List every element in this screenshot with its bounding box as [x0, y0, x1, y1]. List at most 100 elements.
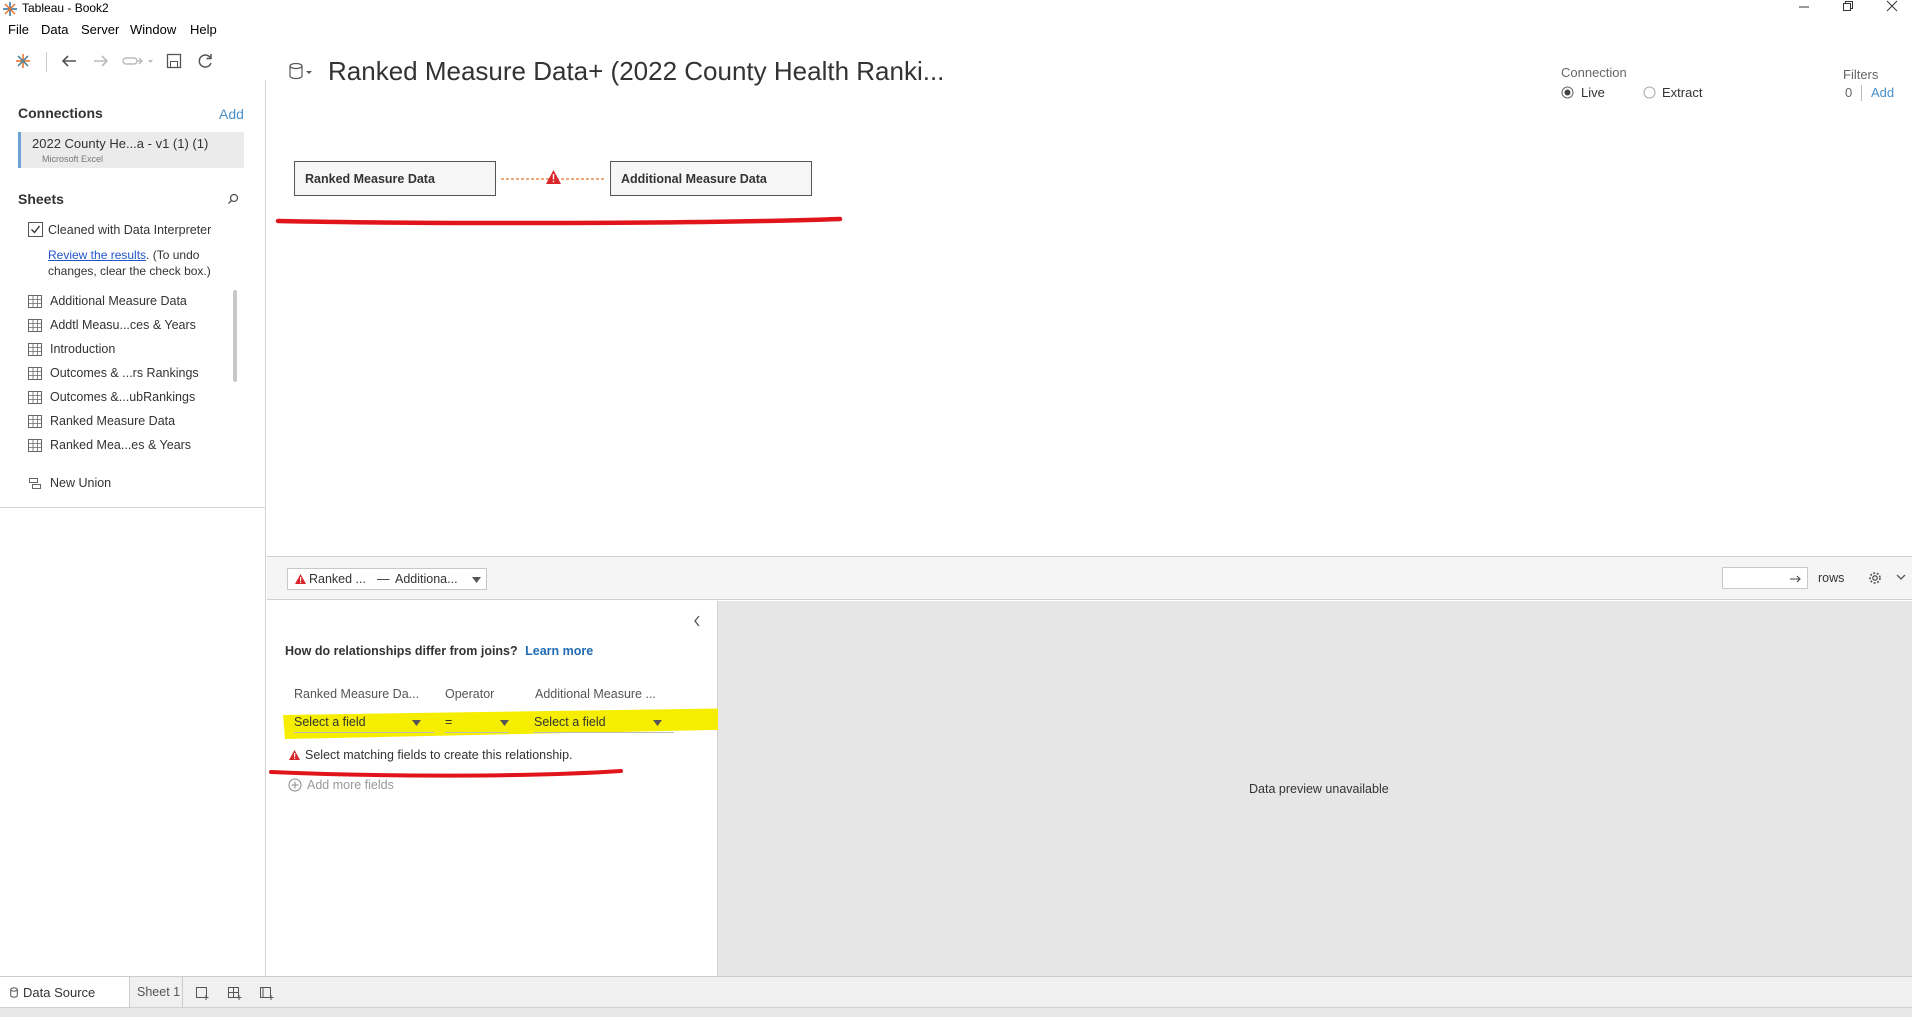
connection-type: Microsoft Excel — [42, 154, 104, 164]
chevron-left-icon[interactable] — [693, 615, 701, 627]
col-header-operator: Operator — [445, 687, 495, 701]
new-worksheet-icon[interactable] — [195, 986, 211, 1000]
sheet-item-label: Introduction — [50, 342, 116, 356]
operator-value: = — [445, 715, 453, 729]
radio-selected-icon — [1561, 86, 1574, 99]
tab-data-source-label: Data Source — [23, 985, 96, 1000]
save-button[interactable] — [163, 50, 185, 72]
tableau-home-button[interactable] — [12, 50, 34, 72]
radio-unselected-icon — [1643, 86, 1656, 99]
table-additional-measure-data[interactable]: Additional Measure Data — [610, 161, 812, 196]
connection-live-label: Live — [1581, 85, 1605, 100]
arrow-right-icon — [1790, 575, 1801, 583]
operator-select[interactable]: = — [445, 715, 509, 733]
plus-circle-icon — [288, 778, 302, 792]
menu-bar: File Data Server Window Help — [0, 20, 1912, 40]
gear-icon[interactable] — [1868, 571, 1882, 585]
minimize-button[interactable] — [1784, 0, 1824, 18]
back-button[interactable] — [58, 50, 80, 72]
connection-extract-radio[interactable]: Extract — [1643, 85, 1743, 101]
filters-divider — [1861, 85, 1862, 101]
status-bar: Data Source Sheet 1 — [0, 976, 1912, 1017]
sheet-item[interactable]: Ranked Measure Data — [28, 412, 238, 432]
sheet-item-label: Outcomes & ...rs Rankings — [50, 366, 199, 380]
relationship-question: How do relationships differ from joins? … — [285, 644, 593, 658]
table-ranked-measure-data[interactable]: Ranked Measure Data — [294, 161, 496, 196]
warning-icon — [289, 750, 300, 760]
tab-data-source[interactable]: Data Source — [0, 977, 130, 1007]
sheet-item[interactable]: Outcomes & ...rs Rankings — [28, 364, 238, 384]
sheet-item-label: Outcomes &...ubRankings — [50, 390, 196, 404]
search-icon[interactable] — [227, 193, 239, 205]
dropdown-arrow-icon — [472, 577, 481, 583]
divider — [0, 507, 266, 508]
datasource-icon[interactable] — [286, 62, 314, 82]
refresh-button[interactable] — [194, 50, 216, 72]
chevron-down-icon[interactable] — [1896, 574, 1906, 581]
toolbar — [0, 44, 266, 78]
table-grid-icon — [28, 367, 42, 380]
sheet-item-label: Additional Measure Data — [50, 294, 187, 308]
menu-window[interactable]: Window — [130, 22, 176, 37]
filters-label: Filters — [1843, 67, 1879, 82]
new-dashboard-icon[interactable] — [227, 986, 243, 1000]
menu-file[interactable]: File — [8, 22, 29, 37]
relationship-right-table: Additiona... — [395, 572, 458, 586]
data-preview-area: Data preview unavailable — [718, 601, 1912, 978]
table-grid-icon — [28, 295, 42, 308]
new-story-icon[interactable] — [259, 986, 275, 1000]
connections-title: Connections — [18, 105, 103, 121]
filters-add-link[interactable]: Add — [1871, 85, 1894, 100]
data-interpreter-checkbox[interactable] — [28, 222, 43, 237]
sheet-list-scrollbar[interactable] — [233, 290, 237, 382]
add-more-fields-label: Add more fields — [307, 778, 394, 792]
data-interpreter-note: Review the results. (To undo changes, cl… — [48, 247, 238, 279]
forward-button[interactable] — [90, 50, 112, 72]
menu-server[interactable]: Server — [81, 22, 119, 37]
right-field-select[interactable]: Select a field — [534, 715, 674, 733]
table-grid-icon — [28, 343, 42, 356]
sheet-item[interactable]: Outcomes &...ubRankings — [28, 388, 238, 408]
menu-data[interactable]: Data — [41, 22, 68, 37]
restore-button[interactable] — [1828, 0, 1868, 18]
new-union-item[interactable]: New Union — [28, 474, 238, 494]
annotation-red-underline — [275, 216, 843, 226]
sheet-item[interactable]: Addtl Measu...ces & Years — [28, 316, 238, 336]
tableau-logo-icon — [3, 2, 17, 16]
filters-count: 0 — [1845, 85, 1853, 100]
learn-more-link[interactable]: Learn more — [525, 644, 593, 658]
warning-icon — [546, 170, 561, 184]
right-field-value: Select a field — [534, 715, 606, 729]
close-button[interactable] — [1872, 0, 1912, 18]
tableau-logo-icon — [16, 54, 30, 68]
left-field-select[interactable]: Select a field — [294, 715, 434, 733]
arrow-left-icon — [61, 55, 76, 67]
dropdown-arrow-icon — [500, 720, 509, 726]
table-grid-icon — [28, 439, 42, 452]
connection-extract-label: Extract — [1662, 85, 1703, 100]
restore-icon — [1843, 1, 1853, 11]
relationship-noodle[interactable] — [497, 166, 610, 192]
arrow-right-icon — [94, 55, 109, 67]
relationship-dash: — — [377, 572, 390, 586]
relationship-selector[interactable]: Ranked ... — Additiona... — [287, 568, 487, 590]
menu-help[interactable]: Help — [190, 22, 217, 37]
col-header-right: Additional Measure ... — [535, 687, 656, 701]
rows-input[interactable] — [1722, 567, 1808, 589]
redirect-button[interactable] — [120, 50, 154, 72]
sheet-item[interactable]: Additional Measure Data — [28, 292, 238, 312]
sheet-item[interactable]: Introduction — [28, 340, 238, 360]
left-field-value: Select a field — [294, 715, 366, 729]
sheet-item-label: Ranked Mea...es & Years — [50, 438, 192, 452]
relationship-question-text: How do relationships differ from joins? — [285, 644, 518, 658]
datasource-title[interactable]: Ranked Measure Data+ (2022 County Health… — [328, 56, 944, 87]
review-results-link[interactable]: Review the results — [48, 248, 146, 262]
add-connection-link[interactable]: Add — [219, 106, 244, 122]
sheet-item[interactable]: Ranked Mea...es & Years — [28, 436, 238, 456]
connection-item[interactable]: 2022 County He...a - v1 (1) (1) Microsof… — [18, 132, 244, 168]
relationship-left-table: Ranked ... — [309, 572, 366, 586]
union-icon — [29, 478, 41, 489]
tab-sheet-1[interactable]: Sheet 1 — [131, 977, 183, 1007]
sheets-title: Sheets — [18, 191, 64, 207]
data-interpreter-label: Cleaned with Data Interpreter — [48, 223, 212, 237]
